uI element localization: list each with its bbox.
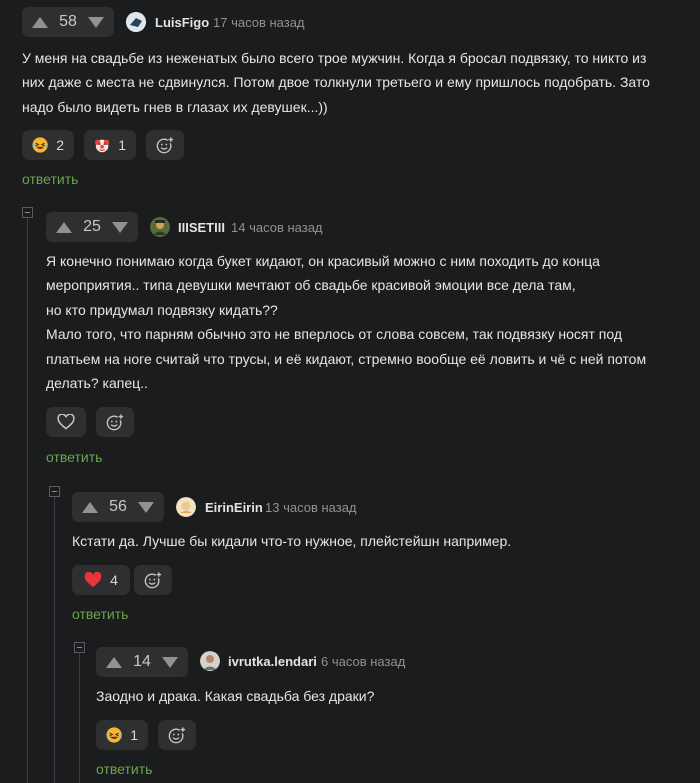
timestamp[interactable]: 14 часов назад: [231, 220, 323, 235]
add-reaction-button[interactable]: [146, 130, 184, 160]
thread-line: [54, 497, 55, 783]
like-button[interactable]: [46, 407, 86, 437]
comment-text: У меня на свадьбе из неженатых было всег…: [22, 50, 650, 115]
downvote-arrow-icon[interactable]: [111, 221, 128, 233]
timestamp[interactable]: 6 часов назад: [321, 654, 405, 669]
laughing-emoji-icon: [106, 727, 122, 743]
vote-widget: 56: [72, 492, 164, 522]
downvote-arrow-icon[interactable]: [161, 656, 178, 668]
add-reaction-button[interactable]: [96, 407, 134, 437]
author-name[interactable]: IIISETIII: [178, 220, 225, 235]
reaction-count: 1: [130, 727, 138, 743]
add-reaction-button[interactable]: [158, 720, 196, 750]
add-emoji-icon: [106, 413, 124, 431]
reaction-button[interactable]: 1: [84, 130, 136, 160]
thread-line: [27, 473, 28, 783]
add-reaction-button[interactable]: [134, 565, 172, 595]
upvote-arrow-icon[interactable]: [32, 16, 48, 28]
vote-count: 56: [109, 498, 127, 515]
comment-text: Заодно и драка. Какая свадьба без драки?: [96, 688, 375, 704]
downvote-arrow-icon[interactable]: [137, 501, 154, 513]
avatar[interactable]: [200, 651, 220, 671]
collapse-toggle[interactable]: [49, 486, 60, 497]
vote-count: 25: [83, 218, 101, 235]
author-name[interactable]: EirinEirin: [205, 500, 263, 515]
heart-red-icon: [84, 572, 102, 587]
heart-outline-icon: [57, 414, 75, 430]
reply-link[interactable]: ответить: [22, 171, 78, 187]
avatar[interactable]: [126, 12, 146, 32]
avatar[interactable]: [150, 217, 170, 237]
reaction-button[interactable]: 4: [72, 565, 130, 595]
add-emoji-icon: [156, 136, 174, 154]
avatar[interactable]: [176, 497, 196, 517]
vote-widget: 25: [46, 212, 138, 242]
reply-link[interactable]: ответить: [72, 606, 128, 622]
comment-text: Кстати да. Лучше бы кидали что-то нужное…: [72, 533, 512, 549]
upvote-arrow-icon[interactable]: [56, 221, 72, 233]
author-name[interactable]: LuisFigo: [155, 15, 209, 30]
reply-link[interactable]: ответить: [46, 449, 102, 465]
vote-widget: 58: [22, 7, 114, 37]
comment-text: Я конечно понимаю когда букет кидают, он…: [46, 253, 647, 392]
reaction-count: 2: [56, 137, 64, 153]
reply-link[interactable]: ответить: [96, 761, 152, 777]
vote-widget: 14: [96, 647, 188, 677]
clown-emoji-icon: [94, 139, 110, 153]
timestamp[interactable]: 17 часов назад: [213, 15, 305, 30]
timestamp[interactable]: 13 часов назад: [265, 500, 357, 515]
reaction-button[interactable]: 2: [22, 130, 74, 160]
thread-line: [79, 652, 80, 783]
upvote-arrow-icon[interactable]: [82, 501, 98, 513]
reaction-button[interactable]: 1: [96, 720, 148, 750]
add-emoji-icon: [144, 571, 162, 589]
reaction-count: 4: [110, 572, 118, 588]
downvote-arrow-icon[interactable]: [87, 16, 104, 28]
laughing-emoji-icon: [32, 137, 48, 153]
vote-count: 58: [59, 13, 77, 30]
reaction-count: 1: [118, 137, 126, 153]
collapse-toggle[interactable]: [74, 642, 85, 653]
vote-count: 14: [133, 653, 151, 670]
author-name[interactable]: ivrutka.lendari: [228, 654, 317, 669]
upvote-arrow-icon[interactable]: [106, 656, 122, 668]
add-emoji-icon: [168, 726, 186, 744]
collapse-toggle[interactable]: [22, 207, 33, 218]
thread-line: [27, 218, 28, 473]
